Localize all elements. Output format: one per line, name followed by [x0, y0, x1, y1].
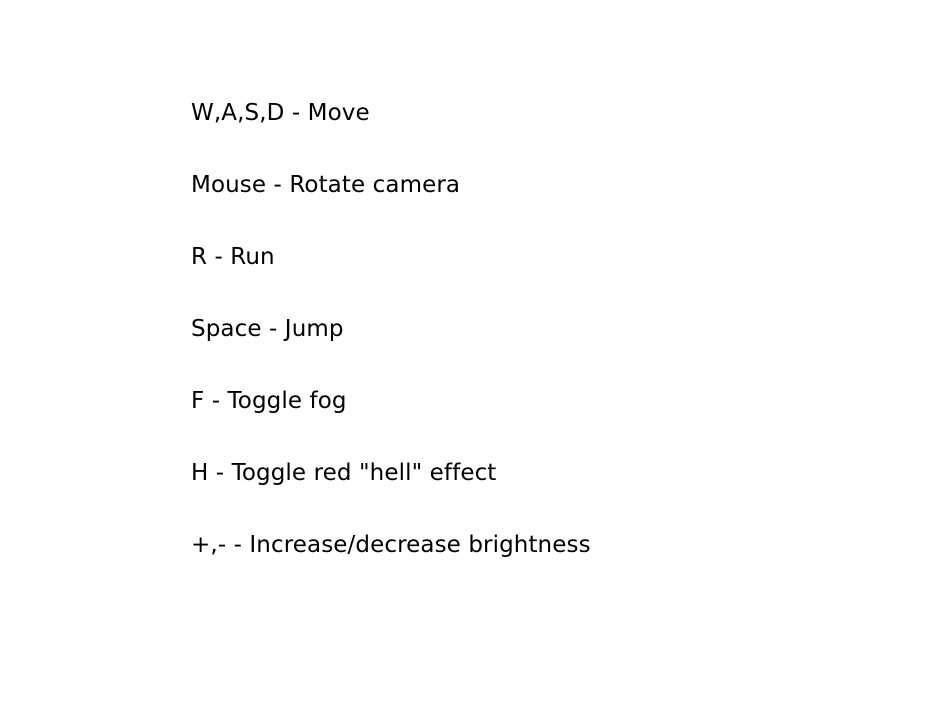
control-brightness: +,- - Increase/decrease brightness	[191, 532, 591, 558]
control-toggle-fog: F - Toggle fog	[191, 388, 347, 414]
control-rotate-camera: Mouse - Rotate camera	[191, 172, 461, 198]
controls-list: W,A,S,D - Move Mouse - Rotate camera R -…	[191, 96, 591, 600]
control-run: R - Run	[191, 244, 275, 270]
control-jump: Space - Jump	[191, 316, 344, 342]
control-toggle-hell-effect: H - Toggle red "hell" effect	[191, 460, 497, 486]
control-move: W,A,S,D - Move	[191, 100, 370, 126]
